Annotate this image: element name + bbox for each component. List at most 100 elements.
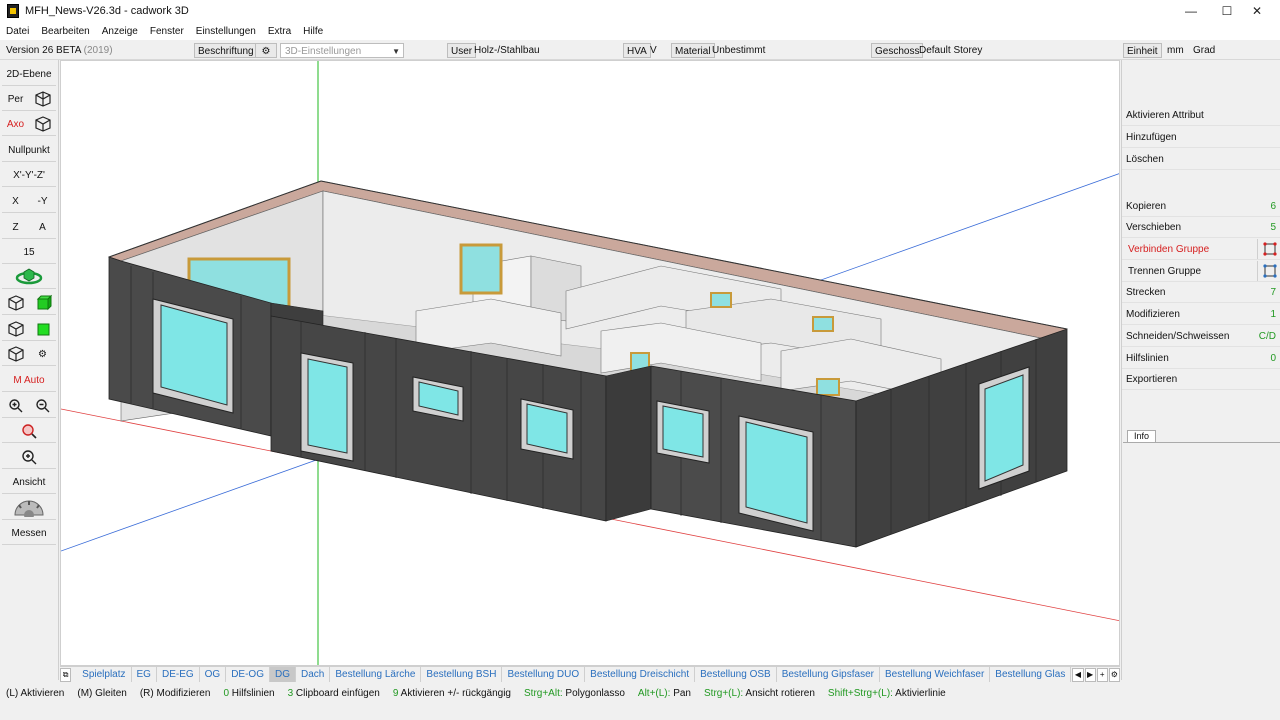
- group-split-icon[interactable]: [1257, 261, 1280, 281]
- tab-bestellung-duo[interactable]: Bestellung DUO: [502, 667, 586, 682]
- layer-tab-bar: ⧉ Spielplatz EG DE-EG OG DE-OG DG Dach B…: [60, 666, 1120, 682]
- tab-bestellung-dreischicht[interactable]: Bestellung Dreischicht: [585, 667, 696, 682]
- status-text: Clipboard einfügen: [293, 687, 380, 699]
- hilfslinien-button[interactable]: Hilfslinien 0: [1122, 348, 1280, 369]
- scroll-left-icon[interactable]: ◀: [1072, 667, 1084, 682]
- settings-dropdown[interactable]: 3D-Einstellungen ▼: [280, 43, 404, 58]
- tab-bestellung-laerche[interactable]: Bestellung Lärche: [330, 667, 422, 682]
- a-view-button[interactable]: A: [29, 216, 56, 239]
- scroll-right-icon[interactable]: ▶: [1084, 667, 1096, 682]
- zoom-all-icon[interactable]: [2, 420, 56, 443]
- axo-button[interactable]: Axo: [2, 113, 29, 136]
- group-join-icon[interactable]: [1257, 239, 1280, 259]
- tab-bestellung-glas[interactable]: Bestellung Glas: [990, 667, 1072, 682]
- tab-menu-icon[interactable]: ⧉: [60, 667, 72, 682]
- tab-bestellung-weichfaser[interactable]: Bestellung Weichfaser: [880, 667, 991, 682]
- modifizieren-shortcut: 1: [1270, 308, 1276, 320]
- right-panel: Aktivieren Attribut Hinzufügen Löschen K…: [1121, 60, 1280, 680]
- geschoss-button[interactable]: Geschoss: [871, 43, 924, 58]
- trennen-gruppe-label: Trennen Gruppe: [1128, 265, 1202, 277]
- status-text: Aktivierlinie: [892, 687, 946, 699]
- status-hint: (R) Modifizieren: [140, 688, 211, 699]
- add-tab-icon[interactable]: +: [1096, 667, 1108, 682]
- gear-icon[interactable]: ⚙: [255, 43, 277, 58]
- tab-bestellung-osb[interactable]: Bestellung OSB: [695, 667, 777, 682]
- measure-gear-icon[interactable]: [2, 497, 56, 520]
- strecken-button[interactable]: Strecken 7: [1122, 282, 1280, 303]
- schneiden-schweissen-button[interactable]: Schneiden/Schweissen C/D: [1122, 326, 1280, 347]
- per-button[interactable]: Per: [2, 88, 29, 111]
- perspective-cube-icon[interactable]: [29, 88, 56, 111]
- gears-icon[interactable]: ⚙: [29, 343, 56, 366]
- strecken-shortcut: 7: [1270, 286, 1276, 298]
- loeschen-button[interactable]: Löschen: [1122, 149, 1280, 170]
- tab-og[interactable]: OG: [200, 667, 227, 682]
- tab-dach[interactable]: Dach: [296, 667, 331, 682]
- unit-angle: Grad: [1193, 45, 1216, 56]
- close-button[interactable]: ✕: [1234, 0, 1280, 22]
- verbinden-gruppe-button[interactable]: Verbinden Gruppe: [1122, 239, 1280, 260]
- render-cube-icon[interactable]: [2, 343, 29, 366]
- trennen-gruppe-button[interactable]: Trennen Gruppe: [1122, 261, 1280, 282]
- zoom-out-icon[interactable]: [29, 395, 56, 418]
- exportieren-button[interactable]: Exportieren: [1122, 369, 1280, 390]
- z-view-button[interactable]: Z: [2, 216, 29, 239]
- 3d-viewport[interactable]: [60, 60, 1120, 666]
- tab-bestellung-gipsfaser[interactable]: Bestellung Gipsfaser: [777, 667, 880, 682]
- zoom-in-icon[interactable]: [2, 395, 29, 418]
- menu-einstellungen[interactable]: Einstellungen: [190, 26, 262, 37]
- wireframe-cube-icon[interactable]: [2, 292, 29, 315]
- beschriftung-button[interactable]: Beschriftung: [194, 43, 258, 58]
- hva-button[interactable]: HVA: [623, 43, 651, 58]
- angle-15-button[interactable]: 15: [2, 241, 56, 264]
- hidden-line-cube-icon[interactable]: [2, 318, 29, 341]
- axo-cube-icon[interactable]: [29, 113, 56, 136]
- hilfslinien-shortcut: 0: [1270, 352, 1276, 364]
- info-tab[interactable]: Info: [1127, 430, 1157, 442]
- tab-dg[interactable]: DG: [269, 667, 296, 682]
- tab-spielplatz[interactable]: Spielplatz: [77, 667, 132, 682]
- tab-de-og[interactable]: DE-OG: [226, 667, 270, 682]
- rotate-view-icon[interactable]: [2, 266, 56, 289]
- back-window: [710, 292, 732, 308]
- tab-bestellung-bsh[interactable]: Bestellung BSH: [421, 667, 503, 682]
- menu-bearbeiten[interactable]: Bearbeiten: [35, 26, 95, 37]
- loeschen-label: Löschen: [1126, 153, 1164, 165]
- status-text: Modifizieren: [153, 687, 211, 699]
- menu-extra[interactable]: Extra: [262, 26, 297, 37]
- shaded-green-cube-icon[interactable]: [29, 318, 56, 341]
- menu-fenster[interactable]: Fenster: [144, 26, 190, 37]
- einheit-button[interactable]: Einheit: [1123, 43, 1162, 58]
- aktivieren-attribut-button[interactable]: Aktivieren Attribut: [1122, 105, 1280, 126]
- building-model: [61, 61, 1119, 665]
- modifizieren-button[interactable]: Modifizieren 1: [1122, 304, 1280, 325]
- messen-button[interactable]: Messen: [2, 522, 56, 545]
- status-hint: Strg+(L): Ansicht rotieren: [704, 688, 815, 699]
- neg-y-view-button[interactable]: -Y: [29, 190, 56, 213]
- 2d-ebene-button[interactable]: 2D-Ebene: [2, 63, 56, 86]
- menu-anzeige[interactable]: Anzeige: [96, 26, 144, 37]
- kopieren-button[interactable]: Kopieren 6: [1122, 196, 1280, 217]
- x-view-button[interactable]: X: [2, 190, 29, 213]
- verschieben-button[interactable]: Verschieben 5: [1122, 217, 1280, 238]
- tab-de-eg[interactable]: DE-EG: [157, 667, 200, 682]
- material-button[interactable]: Material: [671, 43, 715, 58]
- tab-settings-icon[interactable]: ⚙: [1108, 667, 1120, 682]
- user-button[interactable]: User: [447, 43, 477, 58]
- status-text: Ansicht rotieren: [743, 687, 815, 699]
- left-toolbar: 2D-Ebene Per Axo Nullpunkt X'-Y'-Z' X -Y…: [0, 60, 59, 680]
- ansicht-button[interactable]: Ansicht: [2, 471, 56, 494]
- m-auto-button[interactable]: M Auto: [2, 369, 56, 392]
- nullpunkt-button[interactable]: Nullpunkt: [2, 139, 56, 162]
- zoom-window-icon[interactable]: [2, 446, 56, 469]
- status-bar: (L) Aktivieren (M) Gleiten (R) Modifizie…: [0, 683, 1280, 703]
- solid-green-cube-icon[interactable]: [29, 292, 56, 315]
- hva-value: V: [650, 45, 657, 56]
- status-hint: Strg+Alt: Polygonlasso: [524, 688, 625, 699]
- status-text: Gleiten: [92, 687, 127, 699]
- menu-hilfe[interactable]: Hilfe: [297, 26, 329, 37]
- xyz-button[interactable]: X'-Y'-Z': [2, 164, 56, 187]
- menu-datei[interactable]: Datei: [0, 26, 35, 37]
- hinzufuegen-button[interactable]: Hinzufügen: [1122, 127, 1280, 148]
- tab-eg[interactable]: EG: [132, 667, 157, 682]
